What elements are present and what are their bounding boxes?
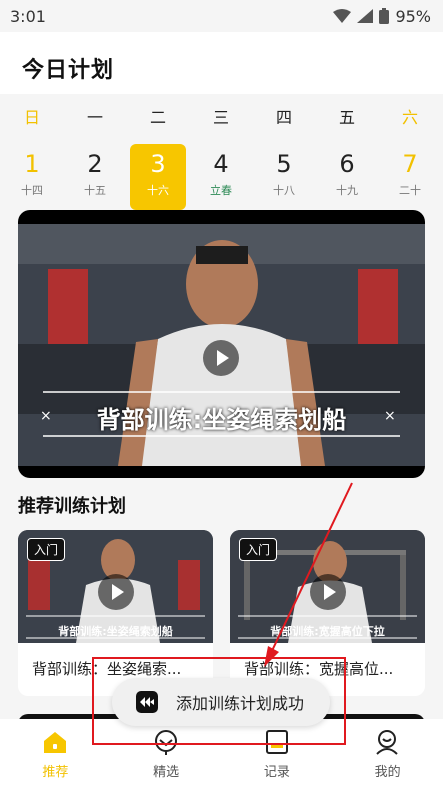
annotation-arrow <box>264 482 353 667</box>
